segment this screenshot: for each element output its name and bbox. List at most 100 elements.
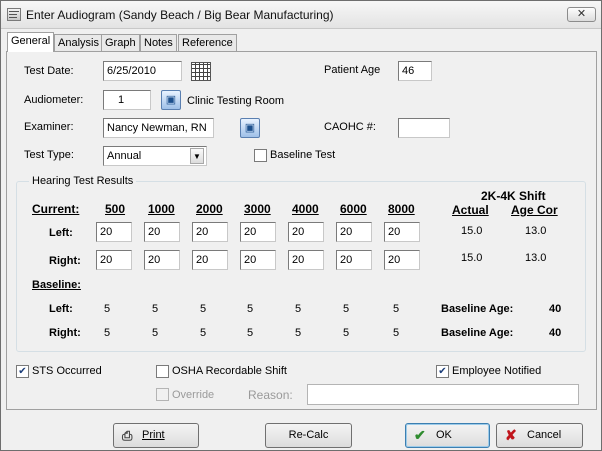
current-right-2000[interactable]: 20 [192, 250, 228, 270]
calendar-icon[interactable] [191, 62, 211, 81]
override-label: Override [172, 389, 215, 401]
test-type-value: Annual [107, 150, 142, 162]
osha-checkbox[interactable] [156, 365, 169, 378]
baseline-right-2000: 5 [199, 327, 207, 339]
right-actual-value: 15.0 [461, 252, 483, 264]
hearing-results-title: Hearing Test Results [29, 175, 137, 187]
window-title: Enter Audiogram (Sandy Beach / Big Bear … [26, 8, 334, 22]
baseline-right-1000: 5 [151, 327, 159, 339]
examiner-label: Examiner: [24, 121, 74, 133]
current-left-6000[interactable]: 20 [336, 222, 372, 242]
caohc-input[interactable] [398, 118, 450, 138]
ok-button[interactable]: ✔ OK [405, 423, 490, 448]
checkmark-icon: ✔ [414, 427, 426, 443]
employee-notified-label: Employee Notified [452, 365, 542, 377]
current-right-1000[interactable]: 20 [144, 250, 180, 270]
osha-label: OSHA Recordable Shift [172, 365, 287, 377]
baseline-right-4000: 5 [294, 327, 302, 339]
test-date-input[interactable]: 6/25/2010 [103, 61, 182, 81]
patient-age-label: Patient Age [324, 64, 381, 76]
baseline-left-1000: 5 [151, 303, 159, 315]
freq-500: 500 [105, 202, 126, 216]
test-type-select[interactable]: Annual ▼ [103, 146, 207, 166]
current-right-4000[interactable]: 20 [288, 250, 324, 270]
current-right-label: Right: [49, 255, 81, 267]
current-left-2000[interactable]: 20 [192, 222, 228, 242]
current-left-4000[interactable]: 20 [288, 222, 324, 242]
baseline-test-label: Baseline Test [270, 149, 336, 161]
tab-notes[interactable]: Notes [140, 34, 177, 52]
printer-icon: ⎙ [122, 428, 133, 443]
close-button[interactable]: ✕ [567, 7, 596, 22]
print-button[interactable]: ⎙ Print [113, 423, 199, 448]
audiogram-dialog: Enter Audiogram (Sandy Beach / Big Bear … [0, 0, 602, 451]
freq-2000: 2000 [196, 202, 223, 216]
freq-1000: 1000 [148, 202, 175, 216]
shift-header: 2K-4K Shift [481, 189, 546, 203]
baseline-right-8000: 5 [392, 327, 400, 339]
sts-label: STS Occurred [32, 365, 102, 377]
baseline-left-3000: 5 [246, 303, 254, 315]
tab-general[interactable]: General [7, 32, 55, 52]
sts-checkbox[interactable]: ✔ [16, 365, 29, 378]
baseline-right-6000: 5 [342, 327, 350, 339]
baseline-left-6000: 5 [342, 303, 350, 315]
baseline-age-label-right: Baseline Age: [441, 327, 514, 339]
test-type-label: Test Type: [24, 149, 74, 161]
reason-input[interactable] [307, 384, 579, 405]
cancel-button[interactable]: ✘ Cancel [496, 423, 583, 448]
current-right-6000[interactable]: 20 [336, 250, 372, 270]
baseline-left-label: Left: [49, 303, 73, 315]
baseline-test-checkbox[interactable] [254, 149, 267, 162]
tab-reference[interactable]: Reference [178, 34, 237, 52]
test-date-label: Test Date: [24, 65, 74, 77]
baseline-right-label: Right: [49, 327, 81, 339]
baseline-age-value-right: 40 [549, 327, 562, 339]
examiner-lookup-icon[interactable]: ▣ [240, 118, 260, 138]
examiner-input[interactable]: Nancy Newman, RN [103, 118, 214, 138]
freq-6000: 6000 [340, 202, 367, 216]
age-cor-header: Age Cor [511, 203, 558, 217]
employee-notified-checkbox[interactable]: ✔ [436, 365, 449, 378]
audiometer-lookup-icon[interactable]: ▣ [161, 90, 181, 110]
audiometer-input[interactable]: 1 [103, 90, 151, 110]
tab-graph[interactable]: Graph [101, 34, 140, 52]
freq-3000: 3000 [244, 202, 271, 216]
current-left-label: Left: [49, 227, 73, 239]
baseline-left-4000: 5 [294, 303, 302, 315]
app-icon [7, 8, 21, 21]
caohc-label: CAOHC #: [324, 121, 376, 133]
current-left-500[interactable]: 20 [96, 222, 132, 242]
baseline-age-value-left: 40 [549, 303, 562, 315]
audiometer-name: Clinic Testing Room [187, 95, 285, 107]
current-right-3000[interactable]: 20 [240, 250, 276, 270]
freq-4000: 4000 [292, 202, 319, 216]
baseline-right-500: 5 [103, 327, 111, 339]
baseline-age-label-left: Baseline Age: [441, 303, 514, 315]
baseline-left-500: 5 [103, 303, 111, 315]
current-right-500[interactable]: 20 [96, 250, 132, 270]
tab-analysis[interactable]: Analysis [54, 34, 103, 52]
current-right-8000[interactable]: 20 [384, 250, 420, 270]
title-bar: Enter Audiogram (Sandy Beach / Big Bear … [1, 1, 601, 29]
freq-8000: 8000 [388, 202, 415, 216]
left-actual-value: 15.0 [461, 225, 483, 237]
override-checkbox[interactable] [156, 388, 169, 401]
right-age-cor-value: 13.0 [525, 252, 547, 264]
chevron-down-icon[interactable]: ▼ [190, 148, 204, 164]
recalc-button[interactable]: Re-Calc [265, 423, 352, 448]
current-label: Current: [32, 202, 80, 216]
patient-age-input[interactable]: 46 [398, 61, 432, 81]
baseline-left-8000: 5 [392, 303, 400, 315]
current-left-8000[interactable]: 20 [384, 222, 420, 242]
left-age-cor-value: 13.0 [525, 225, 547, 237]
baseline-label: Baseline: [32, 279, 81, 291]
audiometer-label: Audiometer: [24, 94, 84, 106]
baseline-right-3000: 5 [246, 327, 254, 339]
baseline-left-2000: 5 [199, 303, 207, 315]
cancel-x-icon: ✘ [505, 427, 517, 443]
current-left-1000[interactable]: 20 [144, 222, 180, 242]
actual-header: Actual [452, 203, 489, 217]
reason-label: Reason: [248, 388, 293, 402]
current-left-3000[interactable]: 20 [240, 222, 276, 242]
